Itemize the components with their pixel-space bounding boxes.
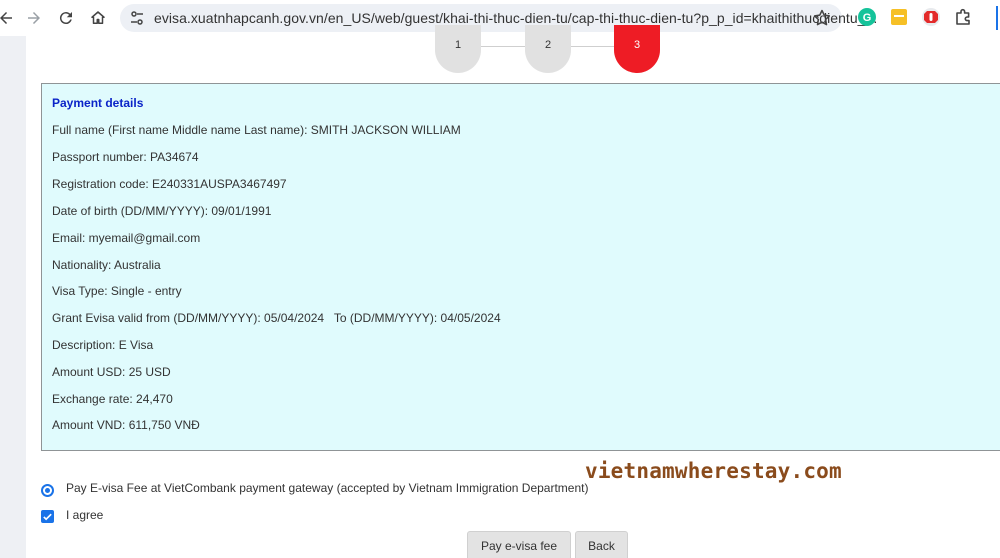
notes-extension-icon[interactable] [889,7,909,27]
visa-type-row: Visa Type: Single - entry [52,284,182,298]
watermark-text: vietnamwherestay.com [585,459,842,483]
back-arrow-icon[interactable] [0,6,18,30]
agree-label[interactable]: I agree [66,508,103,522]
bookmark-star-icon[interactable] [812,8,832,28]
step-connector [480,46,526,47]
back-button[interactable]: Back [575,531,628,558]
gateway-label[interactable]: Pay E-visa Fee at VietCombank payment ga… [66,481,588,495]
payment-details-panel: Payment details Full name (First name Mi… [41,83,1000,451]
site-settings-icon[interactable] [129,10,145,26]
nationality-row: Nationality: Australia [52,258,161,272]
gateway-radio[interactable] [41,484,54,497]
panel-title: Payment details [52,96,144,110]
adblock-extension-icon[interactable] [921,7,941,27]
extensions-puzzle-icon[interactable] [953,7,973,27]
step-3-active: 3 [614,25,660,73]
description-row: Description: E Visa [52,338,154,352]
date-of-birth-row: Date of birth (DD/MM/YYYY): 09/01/1991 [52,204,272,218]
page-gutter [0,36,26,558]
forward-arrow-icon[interactable] [22,6,46,30]
full-name-row: Full name (First name Middle name Last n… [52,123,461,137]
step-2: 2 [525,25,571,73]
step-1: 1 [435,25,481,73]
reload-icon[interactable] [54,6,78,30]
email-row: Email: myemail@gmail.com [52,231,201,245]
validity-row: Grant Evisa valid from (DD/MM/YYYY): 05/… [52,311,501,325]
address-bar[interactable]: evisa.xuatnhapcanh.gov.vn/en_US/web/gues… [120,4,877,32]
amount-vnd-row: Amount VND: 611,750 VNĐ [52,418,200,432]
passport-number-row: Passport number: PA34674 [52,150,199,164]
agree-checkbox[interactable] [41,510,54,523]
home-icon[interactable] [86,6,110,30]
grammarly-extension-icon[interactable]: G [857,7,877,27]
amount-usd-row: Amount USD: 25 USD [52,365,171,379]
pay-evisa-fee-button[interactable]: Pay e-visa fee [467,531,571,558]
url-text[interactable]: evisa.xuatnhapcanh.gov.vn/en_US/web/gues… [154,10,877,26]
registration-code-row: Registration code: E240331AUSPA3467497 [52,177,287,191]
side-panel-icon[interactable] [990,6,1000,30]
checkmark-icon [43,513,52,521]
browser-toolbar: evisa.xuatnhapcanh.gov.vn/en_US/web/gues… [0,0,1000,36]
exchange-rate-row: Exchange rate: 24,470 [52,392,173,406]
svg-text:G: G [863,12,872,24]
step-connector [570,46,614,47]
